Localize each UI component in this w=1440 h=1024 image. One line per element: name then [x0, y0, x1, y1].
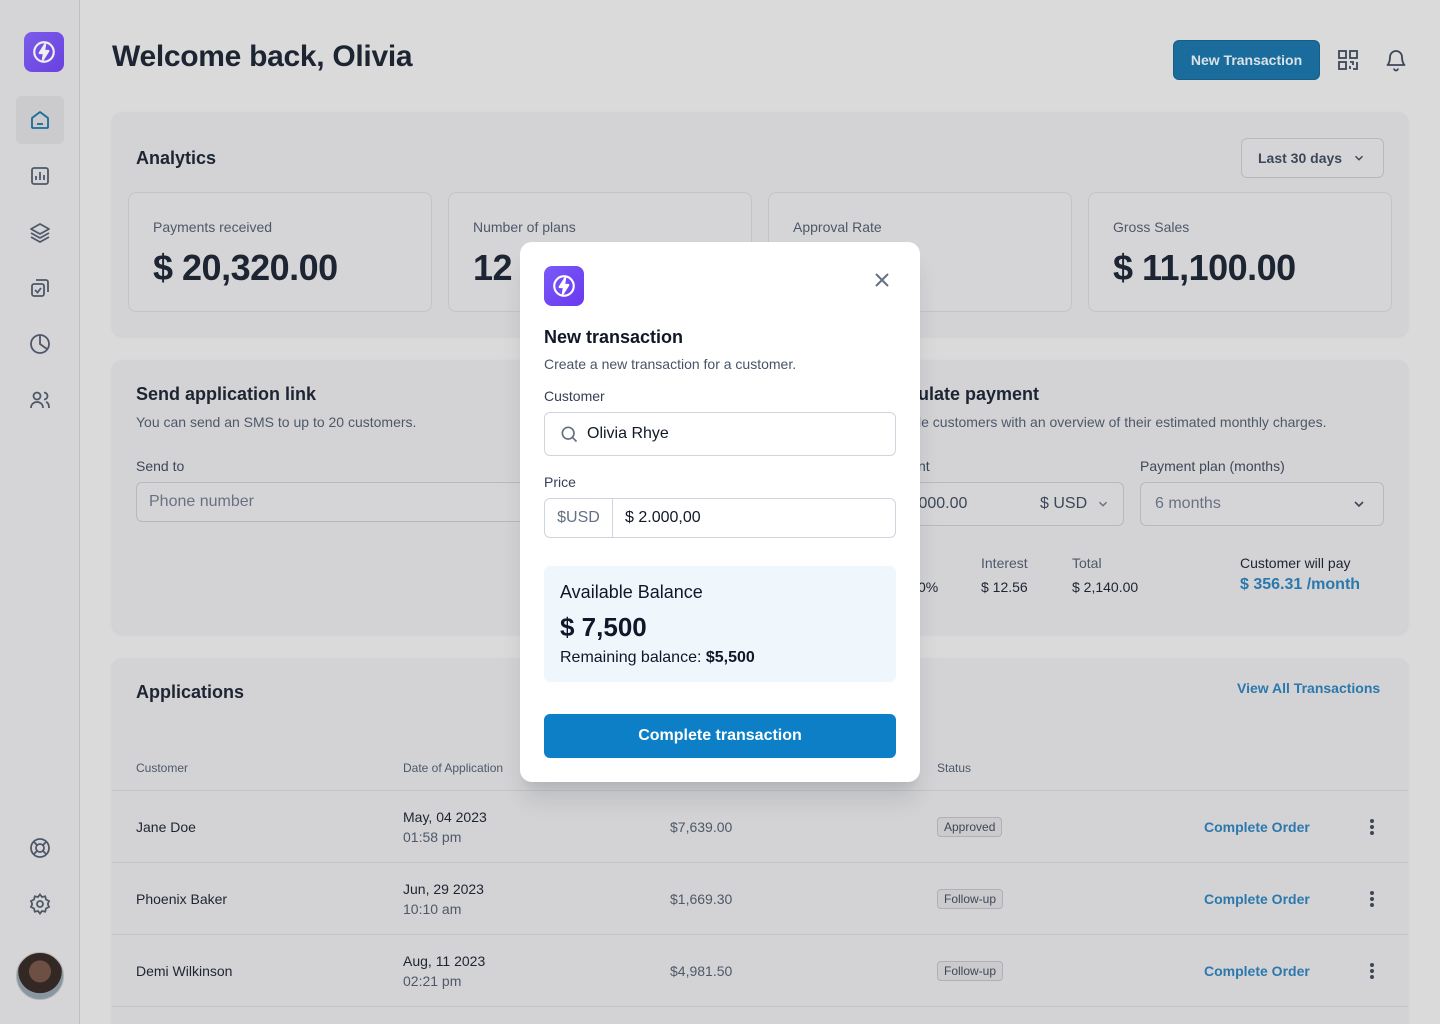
balance-label: Available Balance: [560, 582, 703, 602]
price-input[interactable]: $USD $ 2.000,00: [544, 498, 896, 538]
search-icon: [561, 426, 578, 443]
remaining-label: Remaining balance:: [560, 649, 706, 666]
modal-logo: [544, 266, 584, 306]
customer-label: Customer: [544, 388, 605, 404]
price-label: Price: [544, 474, 576, 490]
remaining-balance: Remaining balance: $5,500: [560, 649, 755, 667]
customer-value: Olivia Rhye: [587, 425, 669, 442]
available-balance-panel: Available Balance $ 7,500 Remaining bala…: [544, 566, 896, 682]
close-icon[interactable]: [870, 268, 894, 292]
complete-transaction-button[interactable]: Complete transaction: [544, 714, 896, 758]
balance-value: $ 7,500: [560, 612, 647, 642]
price-currency[interactable]: $USD: [545, 499, 613, 537]
new-transaction-modal: New transaction Create a new transaction…: [520, 242, 920, 782]
modal-title: New transaction: [544, 327, 684, 347]
remaining-value: $5,500: [705, 649, 755, 666]
lightning-logo-icon: [553, 275, 575, 297]
customer-search-input[interactable]: Olivia Rhye: [544, 412, 896, 456]
modal-subtitle: Create a new transaction for a customer.: [544, 356, 797, 372]
price-value: $ 2.000,00: [625, 509, 701, 526]
